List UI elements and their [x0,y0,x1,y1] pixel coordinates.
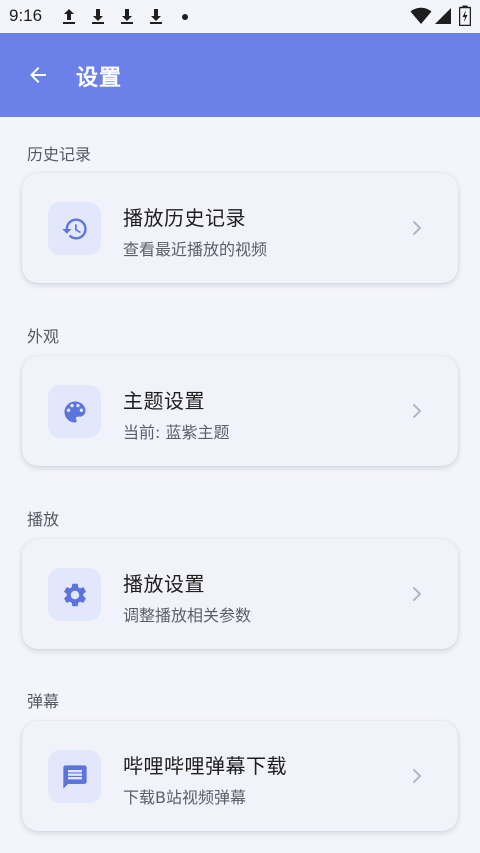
card-subtitle: 查看最近播放的视频 [123,240,268,259]
card-title: 主题设置 [123,389,205,413]
signal-icon [435,8,451,24]
chevron-right-icon [413,221,421,235]
card-title: 播放历史记录 [123,206,246,230]
palette-icon-container [48,385,101,438]
history-settings-card[interactable]: 播放历史记录 查看最近播放的视频 [22,173,458,283]
section-header-playback: 播放 [27,510,60,529]
app-bar: 设置 [0,33,480,117]
message-icon [62,764,87,789]
upload-icon [63,9,75,24]
status-time: 9:16 [9,6,43,25]
section-header-history: 历史记录 [27,145,92,164]
card-title: 播放设置 [123,572,205,596]
wifi-icon [410,7,432,24]
history-icon-container [48,202,101,255]
page-title: 设置 [76,66,123,91]
theme-settings-card[interactable]: 主题设置 当前: 蓝紫主题 [22,356,458,466]
message-icon-container [48,750,101,803]
palette-icon [64,401,85,422]
card-subtitle: 下载B站视频弹幕 [123,788,246,807]
section-header-appearance: 外观 [27,327,60,346]
danmaku-download-card[interactable]: 哔哩哔哩弹幕下载 下载B站视频弹幕 [22,721,458,831]
chevron-right-icon [413,404,421,418]
playback-settings-card[interactable]: 播放设置 调整播放相关参数 [22,539,458,649]
card-title: 哔哩哔哩弹幕下载 [123,754,287,778]
back-button[interactable] [20,57,56,93]
dot-icon [182,14,188,20]
download-icon [121,9,133,24]
arrow-back-icon [30,67,46,83]
chevron-right-icon [413,587,421,601]
section-header-danmaku: 弹幕 [27,692,60,711]
gear-icon [63,583,86,606]
chevron-right-icon [413,769,421,783]
download-icon [92,9,104,24]
card-subtitle: 调整播放相关参数 [123,606,252,625]
gear-icon-container [48,568,101,621]
card-subtitle: 当前: 蓝紫主题 [123,423,230,442]
history-icon [61,218,87,239]
status-bar: 9:16 [0,0,480,33]
download-icon [150,9,162,24]
battery-charging-icon [459,5,471,26]
